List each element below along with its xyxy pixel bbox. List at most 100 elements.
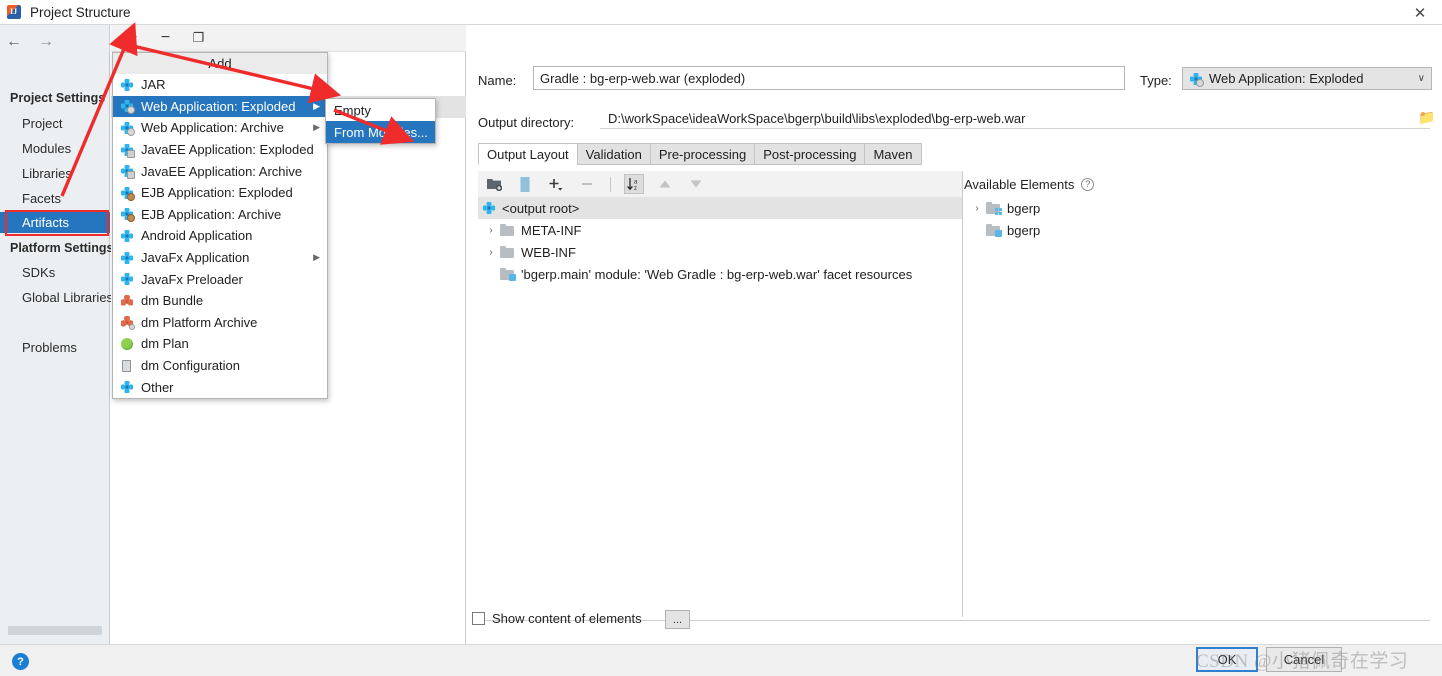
menu-item-label: dm Bundle	[141, 293, 204, 309]
expand-twisty-icon[interactable]: ›	[482, 225, 500, 236]
jar-icon	[120, 78, 134, 92]
menu-item-label: dm Platform Archive	[141, 314, 258, 330]
show-content-of-elements-checkbox[interactable]: Show content of elements	[472, 611, 642, 626]
menu-item-javafx-application[interactable]: JavaFx Application ▶	[113, 247, 327, 269]
menu-item-javaee-application-archive[interactable]: JavaEE Application: Archive	[113, 160, 327, 182]
chevron-right-icon: ▶	[313, 100, 320, 111]
nav-forward-icon[interactable]: →	[38, 34, 54, 50]
ok-button[interactable]: OK	[1196, 647, 1258, 672]
artifact-name-input[interactable]	[533, 66, 1125, 90]
menu-item-other[interactable]: Other	[113, 376, 327, 398]
menu-item-dm-configuration[interactable]: dm Configuration	[113, 355, 327, 377]
module-icon	[986, 202, 1002, 215]
javaee-exploded-icon	[120, 143, 135, 158]
help-circle-icon[interactable]: ?	[1081, 177, 1095, 191]
tree-row-label: WEB-INF	[521, 244, 576, 260]
javafx-application-icon	[120, 251, 134, 265]
folder-icon	[500, 224, 515, 236]
tab-post-processing[interactable]: Post-processing	[754, 143, 865, 165]
sidebar-item-problems[interactable]: Problems	[0, 337, 110, 358]
tree-row-output-root[interactable]: <output root>	[478, 197, 962, 219]
arrow-down-icon[interactable]	[686, 174, 706, 194]
facet-resources-icon	[500, 268, 516, 281]
sidebar-item-artifacts[interactable]: Artifacts	[0, 212, 110, 233]
artifact-detail-panel: Name: Type: Web Application: Exploded ∨ …	[467, 25, 1442, 644]
chevron-right-icon: ▶	[313, 79, 320, 90]
javafx-preloader-icon	[120, 272, 134, 286]
menu-item-android-application[interactable]: Android Application	[113, 225, 327, 247]
artifact-type-combobox[interactable]: Web Application: Exploded ∨	[1182, 67, 1432, 90]
menu-item-web-application-exploded[interactable]: Web Application: Exploded ▶	[113, 95, 327, 118]
sidebar-item-libraries[interactable]: Libraries	[0, 163, 110, 184]
sidebar-item-sdks[interactable]: SDKs	[0, 262, 110, 283]
tree-row-meta-inf[interactable]: › META-INF	[478, 219, 962, 241]
dm-plan-icon	[120, 337, 134, 351]
menu-item-dm-platform-archive[interactable]: dm Platform Archive	[113, 312, 327, 334]
menu-item-javafx-preloader[interactable]: JavaFx Preloader	[113, 268, 327, 290]
menu-item-label: dm Configuration	[141, 358, 240, 374]
menu-item-label: dm Plan	[141, 336, 189, 352]
add-artifact-button[interactable]: +	[123, 29, 142, 48]
minus-icon[interactable]	[577, 174, 597, 194]
tab-maven[interactable]: Maven	[864, 143, 922, 165]
window-title: Project Structure	[30, 4, 131, 20]
available-row-bgerp-module[interactable]: › bgerp	[964, 197, 1442, 219]
plus-dropdown-icon[interactable]	[546, 174, 566, 194]
available-row-bgerp-output[interactable]: bgerp	[964, 219, 1442, 241]
available-elements-tree[interactable]: › bgerp bgerp	[964, 197, 1442, 617]
copy-artifact-button[interactable]: ❐	[189, 29, 208, 48]
tree-row-label: <output root>	[502, 200, 580, 216]
chevron-down-icon: ∨	[1417, 73, 1425, 84]
cancel-button[interactable]: Cancel	[1266, 647, 1342, 672]
remove-artifact-button[interactable]: −	[156, 29, 175, 48]
sidebar-item-facets[interactable]: Facets	[0, 188, 110, 209]
artifact-type-value: Web Application: Exploded	[1209, 71, 1364, 86]
menu-item-javaee-application-exploded[interactable]: JavaEE Application: Exploded	[113, 139, 327, 161]
tab-output-layout[interactable]: Output Layout	[478, 143, 577, 165]
sidebar-item-project[interactable]: Project	[0, 113, 110, 134]
android-application-icon	[120, 229, 134, 243]
tree-row-facet-resources[interactable]: 'bgerp.main' module: 'Web Gradle : bg-er…	[478, 263, 962, 285]
close-icon[interactable]: ✕	[1398, 0, 1442, 25]
sidebar-item-global-libraries[interactable]: Global Libraries	[0, 287, 113, 308]
menu-item-dm-bundle[interactable]: dm Bundle	[113, 290, 327, 312]
menu-item-web-application-archive[interactable]: Web Application: Archive ▶	[113, 117, 327, 139]
help-icon[interactable]: ?	[12, 653, 29, 670]
output-layout-toolbar: az	[478, 171, 962, 197]
output-directory-input[interactable]	[600, 109, 1430, 129]
menu-item-label: JavaEE Application: Archive	[141, 163, 303, 179]
expand-twisty-icon[interactable]: ›	[968, 203, 986, 214]
other-icon	[120, 380, 134, 394]
expand-twisty-icon[interactable]: ›	[482, 247, 500, 258]
menu-item-dm-plan[interactable]: dm Plan	[113, 333, 327, 355]
output-layout-tree[interactable]: <output root> › META-INF › WEB-INF 'bger…	[478, 197, 962, 617]
menu-item-ejb-application-exploded[interactable]: EJB Application: Exploded	[113, 182, 327, 204]
sort-az-icon[interactable]: az	[624, 174, 644, 194]
folder-icon	[500, 246, 515, 258]
archive-icon[interactable]	[515, 174, 535, 194]
detail-tabs: Output Layout Validation Pre-processing …	[478, 143, 1430, 165]
sidebar-horizontal-scrollbar[interactable]	[8, 626, 102, 635]
menu-item-label: Web Application: Archive	[141, 120, 284, 136]
web-exploded-icon	[120, 99, 135, 115]
menu-item-label: Android Application	[141, 228, 253, 244]
tab-pre-processing[interactable]: Pre-processing	[649, 143, 755, 165]
folder-browse-icon[interactable]: 📁	[1418, 109, 1436, 125]
submenu-item-from-modules[interactable]: From Modules...	[326, 121, 435, 143]
menu-item-label: Web Application: Exploded	[141, 98, 296, 114]
folder-add-icon[interactable]	[484, 174, 504, 194]
show-content-options-button[interactable]: ...	[665, 610, 690, 629]
sidebar-item-modules[interactable]: Modules	[0, 138, 110, 159]
chevron-right-icon: ▶	[313, 122, 320, 133]
arrow-up-icon[interactable]	[655, 174, 675, 194]
tab-validation[interactable]: Validation	[576, 143, 650, 165]
tree-row-web-inf[interactable]: › WEB-INF	[478, 241, 962, 263]
available-elements-label: Available Elements	[964, 176, 1075, 192]
checkbox-box	[472, 612, 485, 625]
menu-item-label: EJB Application: Archive	[141, 206, 282, 222]
submenu-item-empty[interactable]: Empty	[326, 99, 435, 121]
menu-item-jar[interactable]: JAR ▶	[113, 74, 327, 96]
tree-row-label: META-INF	[521, 222, 582, 238]
menu-item-ejb-application-archive[interactable]: EJB Application: Archive	[113, 204, 327, 226]
nav-back-icon[interactable]: ←	[6, 34, 22, 50]
